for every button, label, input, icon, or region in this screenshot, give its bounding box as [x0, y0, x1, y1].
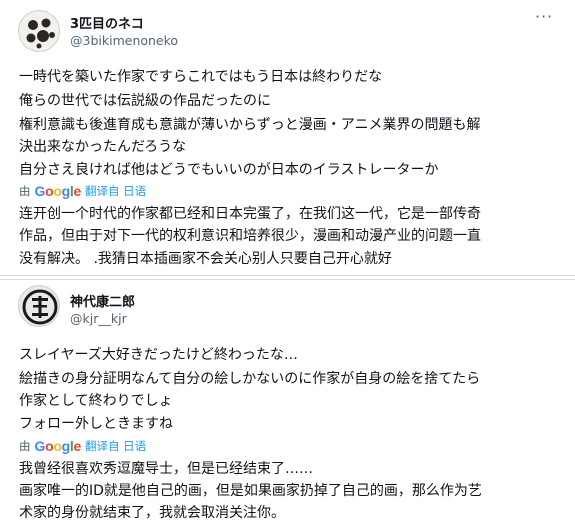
translation-attribution: 由 Google 翻译自 日语 — [19, 438, 146, 454]
author-name[interactable]: 神代康二郎 — [70, 291, 135, 310]
tweet-text-line: 決出来なかったんだろうな — [19, 139, 187, 155]
translation-by-label: 由 — [19, 184, 31, 198]
author-name[interactable]: 3匹目のネコ — [70, 13, 144, 32]
avatar[interactable] — [18, 285, 60, 327]
tweet-text-line: 一時代を築いた作家ですらこれではもう日本は終わりだな — [19, 69, 383, 85]
google-logo-icon: Google — [34, 183, 82, 199]
cat-avatar-icon — [26, 18, 55, 49]
google-logo-icon: Google — [34, 438, 82, 454]
emblem-avatar-icon — [22, 289, 58, 325]
more-options-icon[interactable]: ··· — [535, 9, 553, 25]
translation-by-label: 由 — [19, 439, 31, 453]
tweet-text-line: 絵描きの身分証明なんて自分の絵しかないのに作家が自身の絵を捨てたら — [19, 371, 481, 387]
translated-text-line: 没有解决。 .我猜日本插画家不会关心别人只要自己开心就好 — [19, 251, 392, 267]
tweet-card: 3匹目のネコ @3bikimenoneko ··· 一時代を築いた作家ですらこれ… — [0, 0, 575, 276]
tweet-card: 神代康二郎 @kjr__kjr スレイヤーズ大好きだったけど終わったな… 絵描き… — [0, 279, 575, 523]
translated-text-line: 我曾经很喜欢秀逗魔导士，但是已经结束了…… — [19, 461, 313, 477]
translated-text-line: 画家唯一的ID就是他自己的画，但是如果画家扔掉了自己的画，那么作为艺 — [19, 483, 482, 499]
tweet-text-line: 俺らの世代では伝説級の作品だったのに — [19, 93, 271, 109]
tweet-text-line: 自分さえ良ければ他はどうでもいいのが日本のイラストレーターか — [19, 162, 439, 178]
author-handle[interactable]: @3bikimenoneko — [70, 33, 178, 48]
translated-from-link[interactable]: 翻译自 日语 — [85, 183, 146, 199]
translation-attribution: 由 Google 翻译自 日语 — [19, 183, 146, 199]
translated-text-line: 作品，但由于对下一代的权利意识和培养很少，漫画和动漫产业的问题一直 — [19, 228, 481, 244]
translated-from-link[interactable]: 翻译自 日语 — [85, 438, 146, 454]
tweet-text-line: 権利意識も後進育成も意識が薄いからずっと漫画・アニメ業界の問題も解 — [19, 117, 481, 133]
author-handle[interactable]: @kjr__kjr — [70, 311, 127, 326]
avatar[interactable] — [18, 10, 60, 52]
tweet-text-line: 作家として終わりでしょ — [19, 393, 173, 409]
translated-text-line: 术家的身份就结束了，我就会取消关注你。 — [19, 505, 285, 521]
tweet-text-line: スレイヤーズ大好きだったけど終わったな… — [19, 347, 298, 363]
tweet-text-line: フォロー外しときますね — [19, 416, 173, 432]
translated-text-line: 连开创一个时代的作家都已经和日本完蛋了，在我们这一代，它是一部传奇 — [19, 206, 481, 222]
